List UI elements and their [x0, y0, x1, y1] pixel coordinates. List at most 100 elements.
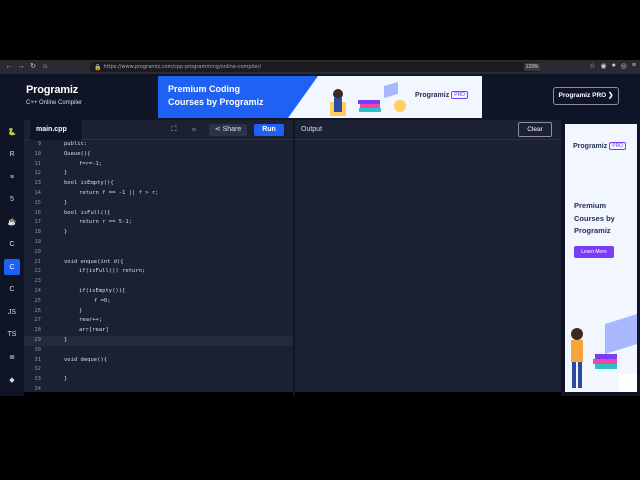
extension-icon[interactable]: ◎	[621, 62, 627, 70]
star-icon[interactable]: ☆	[589, 62, 595, 70]
code-text: arr[rear]	[79, 327, 109, 334]
line-number: 18	[34, 229, 41, 236]
code-line[interactable]: 27 rear++;	[24, 316, 294, 326]
reload-icon[interactable]: ↻	[28, 62, 38, 72]
banner-pro-badge: PRO	[451, 91, 469, 99]
code-line[interactable]: 22 if(isFull()) return;	[24, 267, 294, 277]
sql-language-icon[interactable]: ≡	[4, 169, 20, 185]
code-text: f =0;	[94, 297, 111, 304]
code-line[interactable]: 15}	[24, 199, 294, 209]
r-language-icon[interactable]: R	[4, 147, 20, 163]
swift-language-icon[interactable]: ◆	[4, 372, 20, 388]
code-line[interactable]: 33}	[24, 375, 294, 385]
code-editor[interactable]: 9 public: 10 Queue(){ 11 f=r=-1; 12} 13 bool isE…	[24, 140, 294, 392]
clear-button[interactable]: Clear	[518, 122, 552, 137]
compiler-subtitle: C++ Online Compiler	[26, 100, 83, 106]
ad-illustration	[571, 314, 637, 392]
code-text: if(isEmpty()){	[79, 287, 126, 294]
programiz-logo[interactable]: Programiz	[26, 84, 78, 96]
home-icon[interactable]: ⌂	[40, 62, 50, 72]
code-line[interactable]: 19	[24, 238, 294, 248]
html-language-icon[interactable]: 5	[4, 192, 20, 208]
ad-headline-3: Programiz	[574, 226, 611, 235]
code-line[interactable]: 24 if(isEmpty()){	[24, 287, 294, 297]
zoom-level[interactable]: 133%	[524, 63, 540, 71]
menu-icon[interactable]: ≡	[632, 62, 636, 70]
code-line[interactable]: 18}	[24, 228, 294, 238]
code-line[interactable]: 10 Queue(){	[24, 150, 294, 160]
python-language-icon[interactable]: 🐍	[4, 124, 20, 140]
code-text: }	[64, 336, 68, 343]
line-number: 32	[34, 366, 41, 373]
line-number: 25	[34, 297, 41, 304]
code-line[interactable]: 31 void deque(){	[24, 356, 294, 366]
line-number: 29	[34, 336, 41, 343]
code-line[interactable]: 29}	[24, 335, 294, 346]
code-line[interactable]: 17 return r == 5-1;	[24, 218, 294, 228]
ts-language-icon[interactable]: TS	[4, 327, 20, 343]
learn-more-button[interactable]: Learn More	[574, 246, 614, 258]
code-line[interactable]: 16 bool isFull(){	[24, 209, 294, 219]
code-text: f=r=-1;	[79, 160, 103, 167]
code-line[interactable]: 21 void enque(int d){	[24, 258, 294, 268]
code-line[interactable]: 13 bool isEmpty(){	[24, 179, 294, 189]
site-header: Programiz C++ Online Compiler Premium Co…	[0, 74, 640, 120]
account-icon[interactable]: ●	[612, 62, 616, 70]
code-line[interactable]: 34	[24, 385, 294, 392]
code-line[interactable]: 28 arr[rear]	[24, 326, 294, 336]
c-language-icon[interactable]: C	[4, 237, 20, 253]
banner-brand-name: Programiz	[415, 91, 450, 99]
code-line[interactable]: 12}	[24, 169, 294, 179]
line-number: 9	[37, 141, 41, 147]
programiz-pro-button[interactable]: Programiz PRO ❯	[553, 87, 619, 105]
code-text: Queue(){	[64, 150, 91, 157]
java-language-icon[interactable]: ☕	[4, 214, 20, 230]
output-toolbar: Output Clear	[295, 120, 561, 140]
code-line[interactable]: 25 f =0;	[24, 297, 294, 307]
ad-card[interactable]: Programiz PRO Premium Courses by Program…	[565, 124, 637, 392]
line-number: 11	[34, 160, 41, 167]
code-line[interactable]: 9 public:	[24, 140, 294, 150]
code-text: }	[79, 307, 83, 314]
ad-brand-name: Programiz	[573, 142, 608, 150]
code-line[interactable]: 20	[24, 248, 294, 258]
line-number: 26	[34, 307, 41, 314]
address-bar[interactable]: 🔒 https://www.programiz.com/cpp-programm…	[90, 62, 540, 72]
fullscreen-icon[interactable]: ⛶	[168, 124, 180, 136]
code-line[interactable]: 23	[24, 277, 294, 287]
line-number: 30	[34, 346, 41, 353]
line-number: 15	[34, 199, 41, 206]
back-icon[interactable]: ←	[4, 62, 14, 72]
cpp-language-icon[interactable]: C	[4, 259, 20, 275]
code-text: public:	[64, 141, 88, 147]
editor-toolbar: main.cpp ⛶ ☼ ⋖ Share Run	[24, 120, 294, 140]
banner-line-1: Premium Coding	[168, 84, 241, 94]
code-line[interactable]: 30	[24, 346, 294, 356]
code-text: }	[64, 229, 68, 236]
theme-toggle-icon[interactable]: ☼	[188, 124, 200, 136]
forward-icon[interactable]: →	[16, 62, 26, 72]
ad-headline-1: Premium	[574, 201, 607, 210]
line-number: 19	[34, 238, 41, 245]
output-console[interactable]	[295, 140, 561, 392]
code-line[interactable]: 26}	[24, 307, 294, 317]
line-number: 10	[34, 150, 41, 157]
share-button[interactable]: ⋖ Share	[209, 124, 247, 136]
line-number: 28	[34, 327, 41, 334]
run-button[interactable]: Run	[254, 124, 284, 136]
code-text: void deque(){	[64, 356, 108, 363]
promo-banner[interactable]: Premium Coding Courses by Programiz Prog…	[158, 76, 482, 118]
csharp-language-icon[interactable]: C	[4, 282, 20, 298]
line-number: 31	[34, 356, 41, 363]
shield-icon[interactable]: ◉	[600, 62, 606, 70]
code-line[interactable]: 14 return f == -1 || f > r;	[24, 189, 294, 199]
code-line[interactable]: 32	[24, 365, 294, 375]
code-text: return f == -1 || f > r;	[79, 189, 159, 196]
code-text: return r == 5-1;	[79, 219, 132, 226]
code-line[interactable]: 11 f=r=-1;	[24, 160, 294, 170]
code-text: }	[64, 199, 68, 206]
go-language-icon[interactable]: ≣	[4, 349, 20, 365]
line-number: 21	[34, 258, 41, 265]
file-tab[interactable]: main.cpp	[30, 120, 82, 140]
js-language-icon[interactable]: JS	[4, 304, 20, 320]
